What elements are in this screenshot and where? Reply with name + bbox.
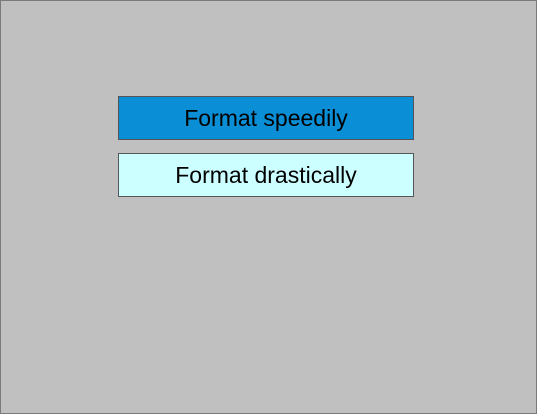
format-menu-screen: Format speedily Format drastically	[0, 0, 537, 414]
format-speedily-option[interactable]: Format speedily	[118, 96, 414, 140]
format-speedily-label: Format speedily	[184, 104, 348, 131]
format-drastically-label: Format drastically	[175, 161, 357, 188]
format-drastically-option[interactable]: Format drastically	[118, 153, 414, 197]
